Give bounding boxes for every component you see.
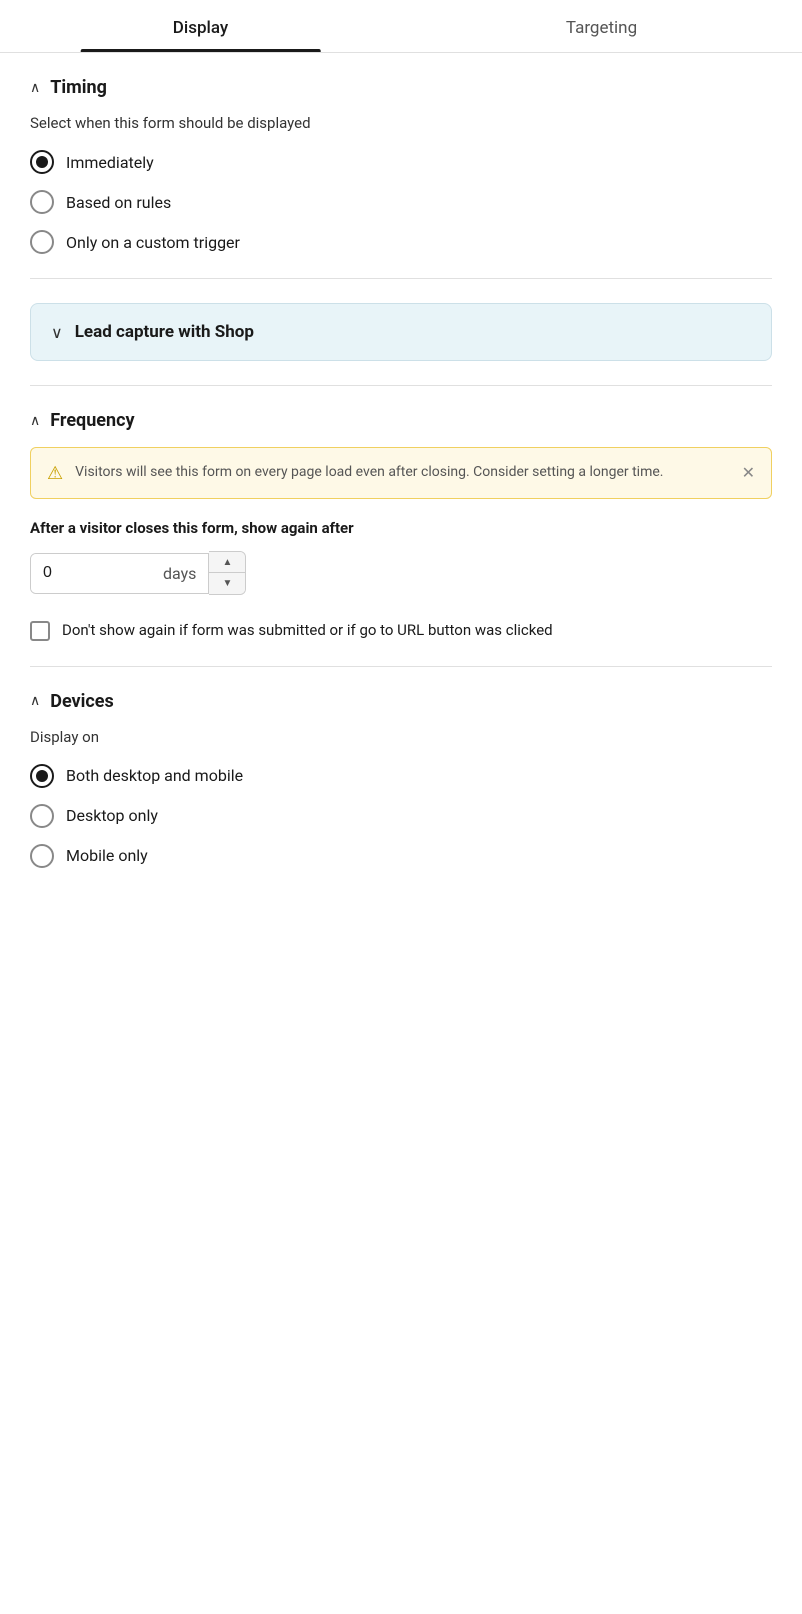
tab-targeting[interactable]: Targeting (401, 0, 802, 52)
devices-options: Both desktop and mobile Desktop only Mob… (30, 764, 772, 868)
frequency-title: Frequency (50, 410, 134, 431)
radio-both[interactable] (30, 764, 54, 788)
warning-icon: ⚠ (47, 463, 63, 484)
days-input-row: days ▲ ▼ (30, 551, 772, 595)
lead-capture-section[interactable]: ∨ Lead capture with Shop (30, 303, 772, 361)
warning-text: Visitors will see this form on every pag… (75, 462, 729, 483)
timing-options: Immediately Based on rules Only on a cus… (30, 150, 772, 254)
frequency-chevron-icon: ∧ (30, 413, 40, 429)
divider-2 (30, 385, 772, 386)
devices-title: Devices (50, 691, 114, 712)
frequency-after-close-label: After a visitor closes this form, show a… (30, 519, 772, 537)
timing-title: Timing (50, 77, 107, 98)
timing-header[interactable]: ∧ Timing (30, 77, 772, 98)
days-increment-button[interactable]: ▲ (209, 552, 245, 573)
timing-chevron-icon: ∧ (30, 80, 40, 96)
timing-rules-label: Based on rules (66, 193, 171, 212)
days-spinner: ▲ ▼ (209, 551, 246, 595)
dont-show-again-checkbox-item[interactable]: Don't show again if form was submitted o… (30, 619, 772, 642)
devices-header[interactable]: ∧ Devices (30, 691, 772, 712)
timing-option-custom-trigger[interactable]: Only on a custom trigger (30, 230, 772, 254)
devices-option-mobile[interactable]: Mobile only (30, 844, 772, 868)
devices-chevron-icon: ∧ (30, 693, 40, 709)
main-content: ∧ Timing Select when this form should be… (0, 53, 802, 924)
warning-close-button[interactable]: ✕ (742, 463, 755, 482)
divider-3 (30, 666, 772, 667)
days-unit-label: days (151, 554, 208, 593)
dont-show-again-label: Don't show again if form was submitted o… (62, 619, 553, 642)
days-input[interactable] (31, 554, 151, 593)
days-decrement-button[interactable]: ▼ (209, 573, 245, 594)
radio-custom-trigger[interactable] (30, 230, 54, 254)
timing-description: Select when this form should be displaye… (30, 114, 772, 132)
timing-section: ∧ Timing Select when this form should be… (30, 77, 772, 254)
frequency-warning-banner: ⚠ Visitors will see this form on every p… (30, 447, 772, 499)
tab-display[interactable]: Display (0, 0, 401, 52)
timing-option-based-on-rules[interactable]: Based on rules (30, 190, 772, 214)
devices-description: Display on (30, 728, 772, 746)
lead-capture-chevron-icon: ∨ (51, 323, 63, 342)
radio-immediately[interactable] (30, 150, 54, 174)
radio-desktop[interactable] (30, 804, 54, 828)
divider-1 (30, 278, 772, 279)
devices-option-desktop[interactable]: Desktop only (30, 804, 772, 828)
lead-capture-title: Lead capture with Shop (75, 322, 254, 342)
days-input-wrapper: days (30, 553, 209, 594)
radio-mobile[interactable] (30, 844, 54, 868)
radio-based-on-rules[interactable] (30, 190, 54, 214)
timing-custom-label: Only on a custom trigger (66, 233, 240, 252)
devices-section: ∧ Devices Display on Both desktop and mo… (30, 691, 772, 868)
tabs-bar: Display Targeting (0, 0, 802, 53)
frequency-header[interactable]: ∧ Frequency (30, 410, 772, 431)
devices-option-both[interactable]: Both desktop and mobile (30, 764, 772, 788)
devices-mobile-label: Mobile only (66, 846, 148, 865)
devices-both-label: Both desktop and mobile (66, 766, 243, 785)
timing-immediately-label: Immediately (66, 153, 154, 172)
timing-option-immediately[interactable]: Immediately (30, 150, 772, 174)
devices-desktop-label: Desktop only (66, 806, 158, 825)
dont-show-again-checkbox[interactable] (30, 621, 50, 641)
frequency-section: ∧ Frequency ⚠ Visitors will see this for… (30, 410, 772, 642)
